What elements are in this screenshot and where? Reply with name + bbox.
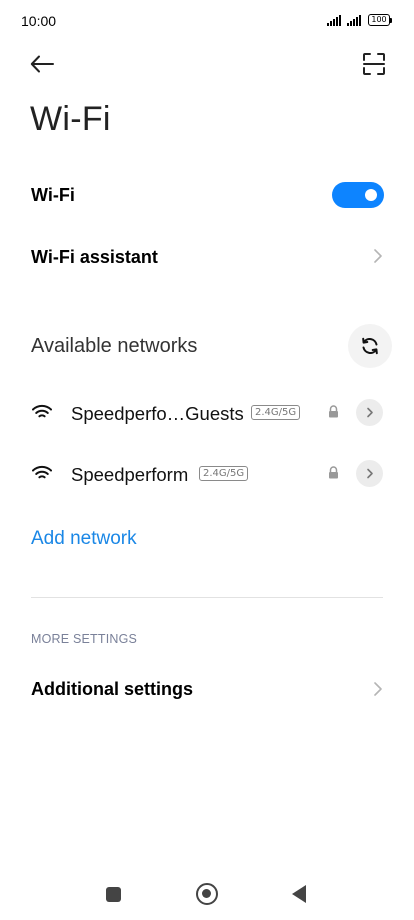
refresh-button[interactable] bbox=[348, 324, 392, 368]
wifi-toggle-switch[interactable] bbox=[332, 182, 384, 208]
toggle-knob bbox=[365, 189, 377, 201]
additional-settings-row[interactable]: Additional settings bbox=[0, 665, 414, 715]
network-row[interactable]: Speedperfo…Guests 2.4G/5G bbox=[0, 394, 414, 434]
network-details-button[interactable] bbox=[356, 460, 383, 487]
add-network-link[interactable]: Add network bbox=[31, 528, 137, 550]
network-details-button[interactable] bbox=[356, 399, 383, 426]
scan-button[interactable] bbox=[360, 50, 388, 78]
status-time: 10:00 bbox=[21, 13, 57, 29]
available-networks-title: Available networks bbox=[31, 335, 198, 357]
network-name: Speedperfo…Guests bbox=[71, 403, 244, 424]
wifi-assistant-row[interactable]: Wi-Fi assistant bbox=[0, 232, 414, 282]
status-icons: 100 bbox=[327, 14, 392, 26]
chevron-right-icon bbox=[366, 407, 373, 418]
qr-scan-icon bbox=[363, 53, 385, 75]
divider bbox=[31, 597, 383, 598]
wifi-assistant-label: Wi-Fi assistant bbox=[31, 247, 158, 267]
band-badge: 2.4G/5G bbox=[199, 466, 249, 481]
chevron-right-icon bbox=[374, 249, 382, 263]
network-row[interactable]: Speedperform 2.4G/5G bbox=[0, 455, 414, 495]
triangle-back-icon[interactable] bbox=[292, 885, 306, 903]
network-name: Speedperform bbox=[71, 464, 189, 485]
square-icon[interactable] bbox=[106, 887, 121, 902]
wifi-toggle-label: Wi-Fi bbox=[31, 185, 75, 205]
signal-icon bbox=[327, 14, 341, 26]
battery-icon: 100 bbox=[368, 14, 392, 26]
signal-icon-2 bbox=[347, 14, 361, 26]
home-circle-icon[interactable] bbox=[196, 883, 218, 905]
chevron-right-icon bbox=[374, 682, 382, 696]
system-nav-bar bbox=[0, 870, 414, 920]
lock-icon bbox=[329, 466, 338, 479]
additional-settings-label: Additional settings bbox=[31, 679, 193, 699]
more-settings-heading: MORE SETTINGS bbox=[31, 632, 138, 646]
band-badge: 2.4G/5G bbox=[251, 405, 301, 420]
back-button[interactable] bbox=[28, 50, 56, 78]
refresh-icon bbox=[362, 337, 378, 355]
lock-icon bbox=[329, 405, 338, 418]
arrow-left-icon bbox=[30, 55, 54, 73]
wifi-signal-icon bbox=[32, 465, 52, 479]
chevron-right-icon bbox=[366, 468, 373, 479]
battery-level: 100 bbox=[368, 14, 390, 26]
page-title: Wi-Fi bbox=[30, 100, 111, 138]
status-bar: 10:00 100 bbox=[0, 0, 414, 44]
wifi-signal-icon bbox=[32, 404, 52, 418]
